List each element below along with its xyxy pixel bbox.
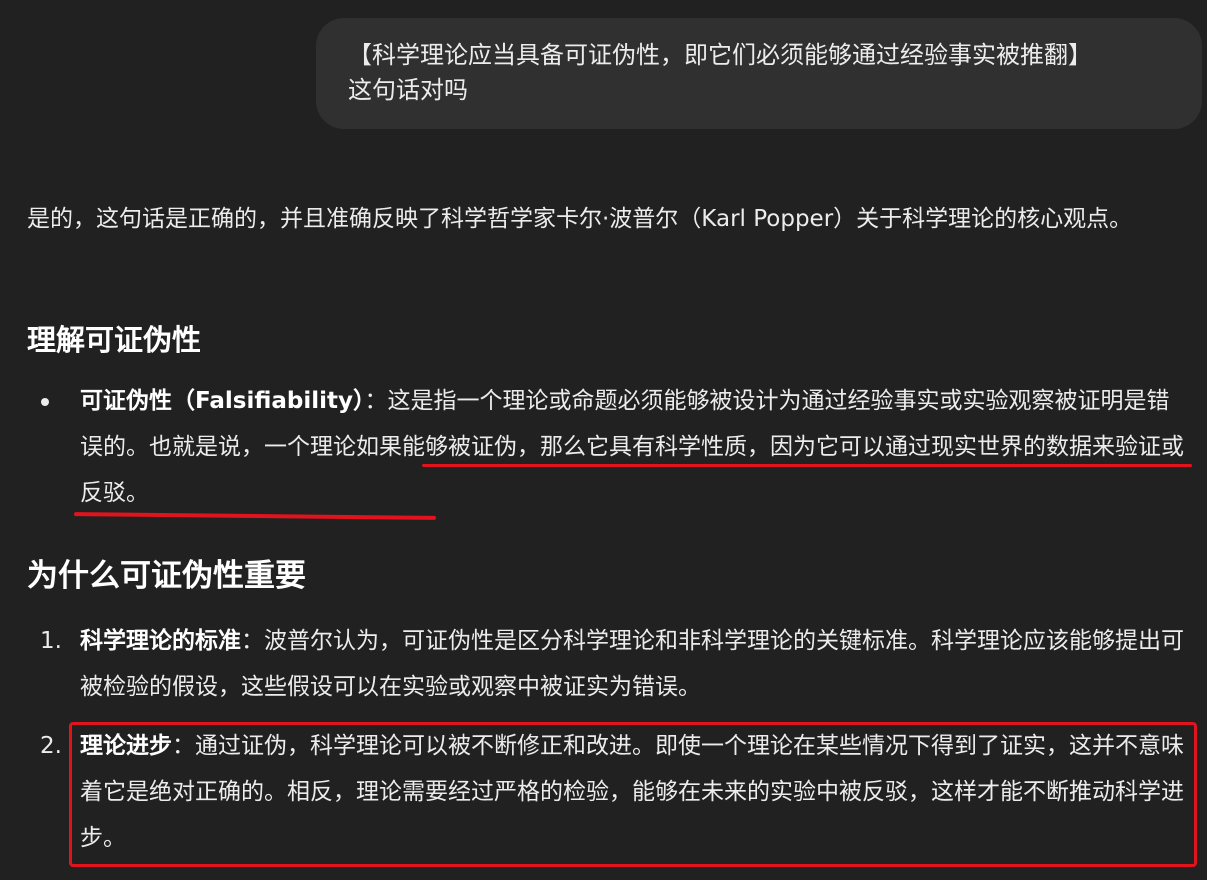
list-item-term: 科学理论的标准: [80, 628, 241, 654]
assistant-answer: 是的，这句话是正确的，并且准确反映了科学哲学家卡尔·波普尔（Karl Poppe…: [27, 196, 1192, 851]
user-message-line-1: 【科学理论应当具备可证伪性，即它们必须能够通过经验事实被推翻】: [348, 41, 1092, 69]
red-underline-annotation: [422, 464, 1192, 467]
bullet-item-body: 可证伪性（Falsifiability）：这是指一个理论或命题必须能够被设计为通…: [80, 378, 1192, 516]
user-message-line-2: 这句话对吗: [348, 76, 468, 104]
list-item-text: ：波普尔认为，可证伪性是区分科学理论和非科学理论的关键标准。科学理论应该能够提出…: [80, 628, 1184, 700]
list-item-body: 科学理论的标准：波普尔认为，可证伪性是区分科学理论和非科学理论的关键标准。科学理…: [80, 618, 1192, 710]
bullet-item-falsifiability: 可证伪性（Falsifiability）：这是指一个理论或命题必须能够被设计为通…: [27, 378, 1192, 516]
red-highlight-box-annotation: [69, 722, 1197, 867]
list-number: 1.: [40, 628, 62, 654]
section-heading-understanding: 理解可证伪性: [27, 323, 202, 357]
answer-intro: 是的，这句话是正确的，并且准确反映了科学哲学家卡尔·波普尔（Karl Poppe…: [27, 206, 1133, 232]
bullet-term: 可证伪性（Falsifiability）: [80, 388, 365, 414]
section-heading-importance: 为什么可证伪性重要: [27, 558, 306, 594]
user-message-bubble: 【科学理论应当具备可证伪性，即它们必须能够通过经验事实被推翻】 这句话对吗: [316, 18, 1202, 129]
list-item-standard: 1. 科学理论的标准：波普尔认为，可证伪性是区分科学理论和非科学理论的关键标准。…: [27, 618, 1192, 710]
bullet-dot-icon: [41, 398, 49, 406]
